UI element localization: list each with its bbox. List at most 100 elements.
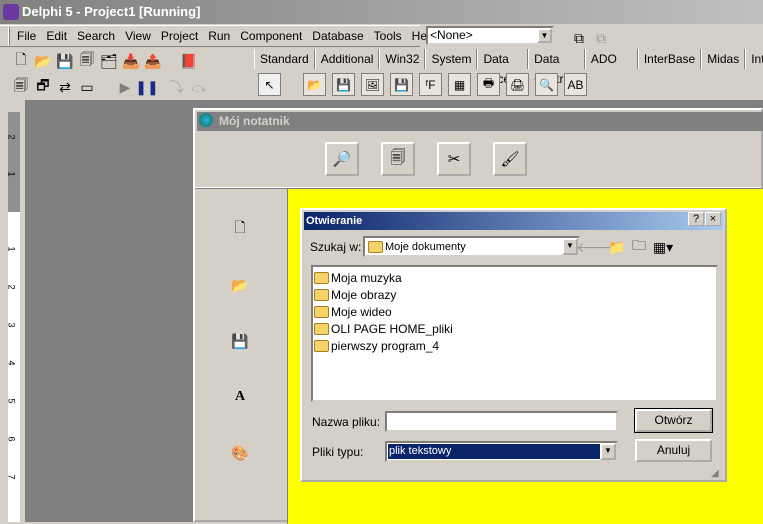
open-project-icon[interactable]: 🗂: [98, 50, 120, 72]
view-unit-icon[interactable]: 🗐: [10, 76, 32, 98]
open-folder-icon[interactable]: 📂: [228, 273, 252, 297]
view-form-icon[interactable]: 🗗: [32, 76, 54, 98]
save-picture-dialog-icon[interactable]: 💾: [390, 73, 413, 96]
menu-project[interactable]: Project: [156, 29, 203, 43]
tab-standard[interactable]: Standard: [254, 49, 315, 69]
open-icon[interactable]: 📂: [32, 50, 54, 72]
window-title: Delphi 5 - Project1 [Running]: [22, 4, 201, 19]
combo-value: <None>: [430, 28, 473, 42]
component-palette: ↖ 📂 💾 🖼 💾 ᶠF ▦ 🖶 🖨 🔍 AB: [254, 71, 763, 98]
app-title-bar: Delphi 5 - Project1 [Running]: [0, 0, 763, 24]
up-folder-icon[interactable]: 📁: [606, 236, 628, 258]
list-item[interactable]: pierwszy program_4: [314, 337, 715, 354]
new-file-icon[interactable]: 🗋: [228, 217, 252, 241]
help-button[interactable]: ?: [688, 212, 704, 226]
tab-ado[interactable]: ADO: [584, 49, 638, 69]
form-title-bar: Mój notatnik: [197, 112, 763, 131]
tab-additional[interactable]: Additional: [314, 49, 380, 69]
form-icon: [199, 113, 213, 127]
trace-into-icon[interactable]: ⤵: [166, 76, 188, 98]
font-dialog-icon[interactable]: ᶠF: [419, 73, 442, 96]
chevron-down-icon[interactable]: ▼: [537, 28, 552, 43]
save-icon[interactable]: 💾: [54, 50, 76, 72]
view-menu-icon[interactable]: ▦▾: [652, 236, 674, 258]
tab-midas[interactable]: Midas: [701, 49, 746, 69]
save-all-icon[interactable]: 🗐: [76, 50, 98, 72]
menu-edit[interactable]: Edit: [41, 29, 72, 43]
menu-tools[interactable]: Tools: [369, 29, 407, 43]
menu-component[interactable]: Component: [235, 29, 307, 43]
list-item[interactable]: Moje obrazy: [314, 286, 715, 303]
step-over-icon[interactable]: ⤼: [188, 76, 210, 98]
new-icon[interactable]: 🗋: [10, 50, 32, 72]
close-button[interactable]: ×: [705, 212, 721, 226]
filetype-combo[interactable]: plik tekstowy ▼: [385, 441, 618, 462]
remove-from-project-icon[interactable]: 📤: [142, 50, 164, 72]
resize-grip-icon[interactable]: ◢: [711, 468, 719, 479]
chevron-down-icon[interactable]: ▼: [600, 443, 616, 460]
save-icon[interactable]: 💾: [228, 329, 252, 353]
file-name: Moje obrazy: [331, 287, 397, 302]
tab-internet[interactable]: Int: [745, 49, 763, 69]
copy-button[interactable]: 🗐: [381, 142, 415, 176]
folder-icon: [314, 339, 329, 352]
color-dialog-icon[interactable]: ▦: [448, 73, 471, 96]
open-dialog-icon[interactable]: 📂: [303, 73, 326, 96]
color-icon[interactable]: 🎨: [228, 441, 252, 465]
new-folder-icon[interactable]: 🗀: [628, 236, 650, 258]
look-in-combo[interactable]: Moje dokumenty ▼: [363, 236, 580, 257]
tab-win32[interactable]: Win32: [379, 49, 426, 69]
list-item[interactable]: Moje wideo: [314, 303, 715, 320]
ruler-label: 3: [6, 322, 17, 328]
ruler-label: 1: [6, 246, 17, 252]
menu-database[interactable]: Database: [307, 29, 368, 43]
list-item[interactable]: Moja muzyka: [314, 269, 715, 286]
menu-view[interactable]: View: [120, 29, 156, 43]
set-debug-desktop-icon[interactable]: ⧉: [590, 27, 612, 49]
cut-button[interactable]: ✂: [437, 142, 471, 176]
run-icon[interactable]: ▶: [114, 76, 136, 98]
video-folder-icon: [314, 305, 329, 318]
component-combo[interactable]: <None> ▼: [426, 26, 554, 45]
ruler-label: 6: [6, 436, 17, 442]
new-form-icon[interactable]: ▭: [76, 76, 98, 98]
standard-toolbar: 🗋 📂 💾 🗐 🗂 📥 📤 📕: [10, 50, 200, 72]
open-button[interactable]: Otwórz: [634, 408, 713, 433]
open-picture-dialog-icon[interactable]: 🖼: [361, 73, 384, 96]
my-documents-icon: [368, 240, 383, 253]
menu-search[interactable]: Search: [72, 29, 120, 43]
menu-run[interactable]: Run: [203, 29, 235, 43]
cancel-button[interactable]: Anuluj: [635, 439, 712, 462]
add-to-project-icon[interactable]: 📥: [120, 50, 142, 72]
help-book-icon[interactable]: 📕: [178, 50, 200, 72]
tab-interbase[interactable]: InterBase: [637, 49, 702, 69]
printer-setup-dialog-icon[interactable]: 🖨: [506, 73, 529, 96]
save-dialog-icon[interactable]: 💾: [332, 73, 355, 96]
open-dialog: Otwieranie ? × Szukaj w: Moje dokumenty …: [300, 208, 727, 482]
save-desktop-icon[interactable]: ⧉: [568, 27, 590, 49]
paste-button[interactable]: 🖌: [493, 142, 527, 176]
replace-dialog-icon[interactable]: AB: [564, 73, 587, 96]
menu-file[interactable]: File: [12, 29, 41, 43]
ruler-label: 2: [6, 134, 17, 140]
find-dialog-icon[interactable]: 🔍: [535, 73, 558, 96]
pointer-icon[interactable]: ↖: [258, 73, 281, 96]
tab-system[interactable]: System: [425, 49, 478, 69]
toolbar-grip[interactable]: [8, 27, 10, 45]
file-list[interactable]: Moja muzyka Moje obrazy Moje wideo OLI P…: [311, 265, 718, 402]
form-title: Mój notatnik: [219, 114, 290, 128]
font-icon[interactable]: A: [228, 385, 252, 409]
list-item[interactable]: OLI PAGE HOME_pliki: [314, 320, 715, 337]
print-dialog-icon[interactable]: 🖶: [477, 73, 500, 96]
filename-input[interactable]: [385, 411, 618, 432]
tab-data-access[interactable]: Data Access: [477, 49, 529, 86]
vertical-ruler: 2 1 1 2 3 4 5 6 7: [6, 112, 20, 522]
toggle-form-unit-icon[interactable]: ⇄: [54, 76, 76, 98]
tab-data-controls[interactable]: Data Controls: [528, 49, 585, 86]
pause-icon[interactable]: ❚❚: [135, 76, 158, 98]
file-name: OLI PAGE HOME_pliki: [331, 321, 453, 336]
back-icon[interactable]: 🡐: [576, 236, 614, 258]
filetype-value: plik tekstowy: [388, 444, 600, 459]
look-in-label: Szukaj w:: [310, 240, 362, 254]
find-button[interactable]: 🔎: [325, 142, 359, 176]
